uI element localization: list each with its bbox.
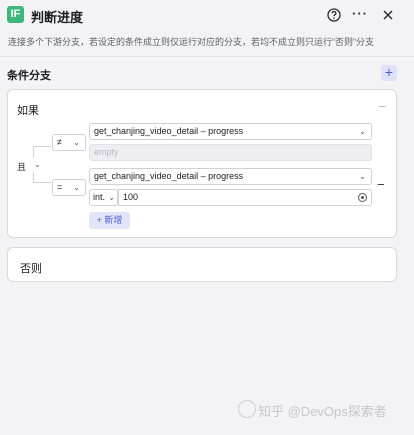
add-branch-button[interactable]: + xyxy=(381,65,397,81)
chevron-down-icon: ⌄ xyxy=(108,193,115,202)
variable-ref-icon[interactable] xyxy=(358,193,367,202)
value-input[interactable]: 100 xyxy=(118,189,372,206)
logic-bracket-top xyxy=(33,146,51,147)
chevron-down-icon: ⌄ xyxy=(359,172,366,181)
chevron-down-icon: ⌄ xyxy=(359,127,366,136)
if-branch-label: 如果 xyxy=(17,105,39,117)
chevron-down-icon: ⌄ xyxy=(73,183,80,192)
chevron-down-icon[interactable]: ⌄ xyxy=(34,160,41,169)
variable-select-1[interactable]: get_chanjing_video_detail – progress ⌄ xyxy=(89,123,372,140)
operator-select-2[interactable]: = ⌄ xyxy=(52,179,86,196)
value-input-disabled: empty xyxy=(89,144,372,161)
else-branch-card: 否则 xyxy=(7,247,397,282)
collapse-icon[interactable]: − xyxy=(378,99,386,114)
operator-select-1[interactable]: ≠ ⌄ xyxy=(52,134,86,151)
panel-header: IF 判断进度 ··· xyxy=(0,0,414,30)
remove-condition-button[interactable]: − xyxy=(377,177,385,192)
logic-operator-label[interactable]: 且 xyxy=(17,160,26,173)
variable-value: get_chanjing_video_detail – progress xyxy=(94,126,244,136)
logic-bracket-bottom xyxy=(33,182,51,183)
value-text: 100 xyxy=(123,192,139,202)
watermark: 知乎 @DevOps探索者 xyxy=(258,404,387,419)
value-type: int. xyxy=(93,192,106,202)
condition-node-panel: IF 判断进度 ··· 连接多个下游分支，若设定的条件成立则仅运行对应的分支，若… xyxy=(0,0,414,435)
else-branch-label: 否则 xyxy=(20,263,42,275)
help-icon[interactable] xyxy=(326,7,342,23)
more-options-icon[interactable]: ··· xyxy=(352,7,368,23)
variable-select-2[interactable]: get_chanjing_video_detail – progress ⌄ xyxy=(89,168,372,185)
value-type-select[interactable]: int. ⌄ xyxy=(89,189,118,206)
section-title: 条件分支 xyxy=(7,70,51,82)
operator-value: ≠ xyxy=(57,137,62,147)
add-condition-button[interactable]: + 新增 xyxy=(89,212,130,229)
logic-bracket-lower xyxy=(33,172,34,182)
chevron-down-icon: ⌄ xyxy=(73,138,80,147)
node-title[interactable]: 判断进度 xyxy=(31,7,83,26)
if-branch-card: 如果 − 且 ⌄ ≠ ⌄ get_chanjing_video_detail –… xyxy=(7,89,397,238)
logic-bracket-upper xyxy=(33,146,34,158)
close-icon[interactable] xyxy=(380,7,396,23)
header-divider xyxy=(0,56,414,57)
variable-value: get_chanjing_video_detail – progress xyxy=(94,171,244,181)
if-node-icon: IF xyxy=(7,6,24,23)
node-description: 连接多个下游分支，若设定的条件成立则仅运行对应的分支，若均不成立则只运行“否则”… xyxy=(8,37,374,47)
watermark-logo-icon xyxy=(238,400,256,418)
operator-value: = xyxy=(57,182,63,192)
